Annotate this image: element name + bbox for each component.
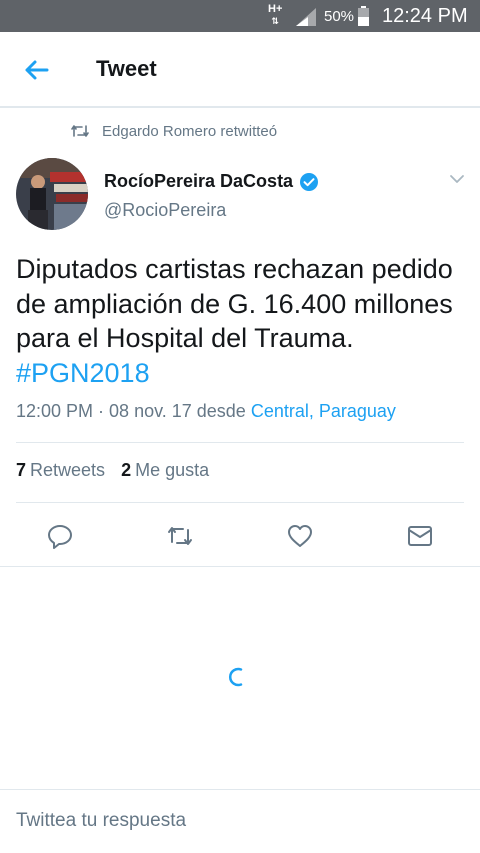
hashtag-link[interactable]: #PGN2018: [16, 358, 150, 388]
reply-bar: [0, 789, 480, 853]
verified-badge-icon: [300, 172, 319, 191]
retweets-label: Retweets: [30, 460, 106, 480]
divider: [16, 502, 464, 503]
network-type-indicator: H+ ⇅: [268, 3, 283, 26]
divider: [16, 442, 464, 443]
chevron-down-icon[interactable]: [448, 170, 466, 188]
retweet-small-icon: [71, 125, 89, 137]
status-clock: 12:24 PM: [382, 5, 468, 27]
status-bar: H+ ⇅ 50% 12:24 PM: [0, 0, 480, 32]
tweet-timestamp: 12:00 PM · 08 nov. 17 desde: [16, 401, 251, 421]
author-name-text: RocíoPereira DaCosta: [104, 171, 294, 191]
signal-icon: [296, 8, 316, 26]
author-handle[interactable]: @RocioPereira: [104, 200, 226, 221]
battery-icon: [358, 6, 369, 26]
tweet-meta: 12:00 PM · 08 nov. 17 desde Central, Par…: [16, 401, 396, 422]
loading-spinner-icon: [228, 667, 243, 687]
back-arrow-icon[interactable]: [20, 54, 52, 86]
direct-message-icon[interactable]: [406, 522, 434, 550]
battery-percent: 50%: [324, 8, 355, 25]
retweet-context[interactable]: Edgardo Romero retwitteó: [70, 120, 277, 142]
tweet-text: Diputados cartistas rechazan pedido de a…: [16, 252, 466, 390]
likes-label: Me gusta: [135, 460, 210, 480]
likes-stat[interactable]: 2 Me gusta: [121, 460, 209, 481]
heart-icon[interactable]: [286, 522, 314, 550]
avatar-image: [16, 158, 88, 230]
location-link[interactable]: Central, Paraguay: [251, 401, 396, 421]
tweet-stats: 7 Retweets 2 Me gusta: [16, 460, 209, 481]
likes-count: 2: [121, 460, 132, 480]
retweets-count: 7: [16, 460, 27, 480]
divider: [0, 566, 480, 567]
page-title: Tweet: [96, 56, 157, 81]
retweets-stat[interactable]: 7 Retweets: [16, 460, 105, 481]
app-header: Tweet: [0, 32, 480, 108]
tweet-actions: [0, 518, 480, 554]
retweet-context-label: Edgardo Romero retwitteó: [102, 122, 278, 140]
reply-icon[interactable]: [46, 522, 74, 550]
author-name[interactable]: RocíoPereira DaCosta: [104, 171, 319, 192]
tweet-body: Diputados cartistas rechazan pedido de a…: [16, 254, 453, 353]
reply-input[interactable]: [16, 810, 456, 832]
retweet-icon[interactable]: [166, 522, 194, 550]
avatar[interactable]: [16, 158, 88, 230]
